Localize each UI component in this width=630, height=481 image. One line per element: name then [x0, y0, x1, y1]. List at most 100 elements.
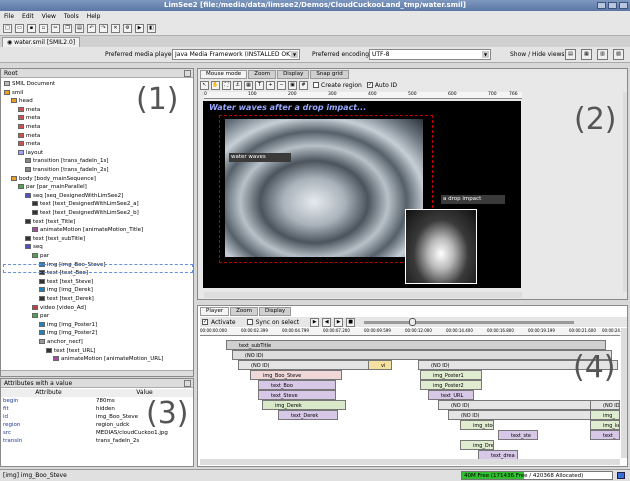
player-select[interactable]: Java Media Framework (INSTALLED OK) ▼ [172, 49, 300, 60]
water-waves-label[interactable]: water waves [229, 153, 291, 162]
timeline-item[interactable]: text_ [590, 430, 620, 440]
undo-icon[interactable]: ↶ [87, 24, 96, 33]
layout-v-scrollbar[interactable] [623, 92, 627, 292]
tree-node[interactable]: head [11, 97, 33, 105]
tree-node[interactable]: transition [trans_fadeIn_1s] [25, 157, 109, 165]
attribute-value[interactable]: hidden [96, 405, 115, 413]
tree-node[interactable]: smil [4, 89, 23, 97]
tree-node[interactable]: anchor_necf] [39, 338, 83, 346]
zoom-in-icon[interactable]: + [266, 80, 275, 90]
water-waves-image[interactable] [225, 119, 423, 257]
tree-node[interactable]: animateMotion [animateMotion_Title] [32, 226, 143, 234]
pointer-icon[interactable]: ↖ [200, 80, 209, 90]
timeline-item[interactable]: img_Poster1 [420, 370, 482, 380]
preview-icon[interactable]: ◧ [147, 24, 156, 33]
menu-view[interactable]: View [42, 11, 56, 22]
tab-display[interactable]: Display [258, 307, 292, 316]
toggle-view-layout-button[interactable]: ▦ [581, 49, 592, 60]
tab-zoom[interactable]: Zoom [248, 70, 277, 79]
tree-node[interactable]: text [text_Steve] [39, 278, 93, 286]
tree-node[interactable]: img [img_Poster1] [39, 321, 97, 329]
fit-icon[interactable]: ⛶ [222, 80, 231, 90]
open-icon[interactable]: ▭ [15, 24, 24, 33]
tree-node[interactable]: layout [18, 149, 43, 157]
text-icon[interactable]: T [255, 80, 264, 90]
tree-node[interactable]: par [32, 252, 49, 260]
tree-node[interactable]: meta [18, 140, 40, 148]
tree-node[interactable]: text [text_DesignedWithLimSee2_b] [32, 209, 139, 217]
title-caption[interactable]: Water waves after a drop impact... [209, 103, 366, 112]
toggle-view-timeline-button[interactable]: ▧ [613, 49, 624, 60]
timeline-h-scrollbar[interactable] [200, 459, 620, 465]
play-icon[interactable]: ▶ [310, 317, 320, 327]
memory-indicator[interactable]: 40M Free (171436 Free / 420368 Allocated… [461, 471, 613, 480]
tree-node[interactable]: body [body_mainSequence] [11, 175, 96, 183]
close-icon[interactable] [184, 70, 191, 77]
create-region-checkbox[interactable] [313, 82, 319, 88]
tab-display[interactable]: Display [277, 70, 310, 79]
timeline-item[interactable]: vi [368, 360, 392, 370]
tree-node[interactable]: text [text_Derek] [39, 295, 94, 303]
tree-node[interactable]: transition [trans_fadeIn_2s] [25, 166, 109, 174]
timeline-item[interactable]: img_ken [590, 420, 620, 430]
redo-icon[interactable]: ↷ [99, 24, 108, 33]
new-icon[interactable]: □ [3, 24, 12, 33]
tree-node[interactable]: animateMotion [animateMotion_URL] [53, 355, 163, 363]
timeline-item[interactable]: text_ste [498, 430, 538, 440]
zoom-out-icon[interactable]: − [277, 80, 286, 90]
menu-tools[interactable]: Tools [64, 11, 79, 22]
tab-snap-grid[interactable]: Snap grid [310, 70, 349, 79]
activate-checkbox[interactable]: ✓ [202, 319, 208, 325]
attribute-value[interactable]: region_udck [96, 421, 129, 429]
timeline-item[interactable]: (NO ID) [238, 360, 386, 370]
copy-icon[interactable]: ❐ [63, 24, 72, 33]
tree-node[interactable]: meta [18, 132, 40, 140]
close-icon[interactable] [184, 380, 191, 387]
slider-thumb[interactable] [409, 317, 417, 326]
gc-icon[interactable] [617, 472, 625, 479]
step-forward-icon[interactable]: ▶ [334, 317, 344, 327]
attribute-value[interactable]: img_Boo_Steve [96, 413, 138, 421]
anchor-icon[interactable]: ⚓ [233, 80, 242, 90]
timeline-item[interactable]: text_Steve [258, 390, 336, 400]
close-icon[interactable] [619, 2, 628, 9]
menu-help[interactable]: Help [87, 11, 101, 22]
menu-file[interactable]: File [4, 11, 14, 22]
tree-scrollbar[interactable] [1, 370, 193, 376]
tree-node[interactable]: par [par_mainParallel] [18, 183, 87, 191]
attribute-row[interactable]: transIn trans_fadeIn_2s [1, 437, 193, 445]
timeline-item[interactable]: img_Boo_Steve [250, 370, 342, 380]
stop-icon[interactable]: ■ [346, 317, 356, 327]
layout-h-scrollbar[interactable] [204, 292, 522, 298]
timeline-item[interactable]: (NO ID) [232, 350, 612, 360]
save-icon[interactable]: ▪ [27, 24, 36, 33]
maximize-icon[interactable] [608, 2, 617, 9]
tree-node[interactable]: video [video_Ad] [32, 304, 86, 312]
encoding-select[interactable]: UTF-8 ▼ [369, 49, 491, 60]
paste-icon[interactable]: ▤ [75, 24, 84, 33]
sync-checkbox[interactable] [246, 319, 253, 325]
tab-mouse-mode[interactable]: Mouse mode [200, 70, 248, 79]
timeline-item[interactable]: text_Derek [278, 410, 338, 420]
cut-icon[interactable]: ✂ [51, 24, 60, 33]
minimize-icon[interactable] [597, 2, 606, 9]
tree-node[interactable]: meta [18, 114, 40, 122]
tree-node[interactable]: img [img_Derek] [39, 286, 93, 294]
saveas-icon[interactable]: ▫ [39, 24, 48, 33]
tab-player[interactable]: Player [200, 307, 230, 316]
tree-node[interactable]: meta [18, 106, 40, 114]
tab-zoom[interactable]: Zoom [230, 307, 258, 316]
attribute-value[interactable]: trans_fadeIn_2s [96, 437, 139, 445]
step-back-icon[interactable]: ◀ [322, 317, 332, 327]
timeline-item[interactable]: text_Boo [258, 380, 336, 390]
timeline-item[interactable]: img_ [590, 410, 620, 420]
delete-icon[interactable]: ✕ [111, 24, 120, 33]
tree-node[interactable]: seq [25, 243, 43, 251]
menu-edit[interactable]: Edit [22, 11, 34, 22]
auto-id-checkbox[interactable]: ✓ [366, 82, 373, 88]
toggle-view-tree-button[interactable]: ▤ [565, 49, 576, 60]
hand-icon[interactable]: ✋ [211, 80, 220, 90]
region-icon[interactable]: ▦ [244, 80, 253, 90]
settings-icon[interactable]: ⚙ [123, 24, 132, 33]
timeline-item[interactable]: img_Drea [460, 440, 494, 450]
